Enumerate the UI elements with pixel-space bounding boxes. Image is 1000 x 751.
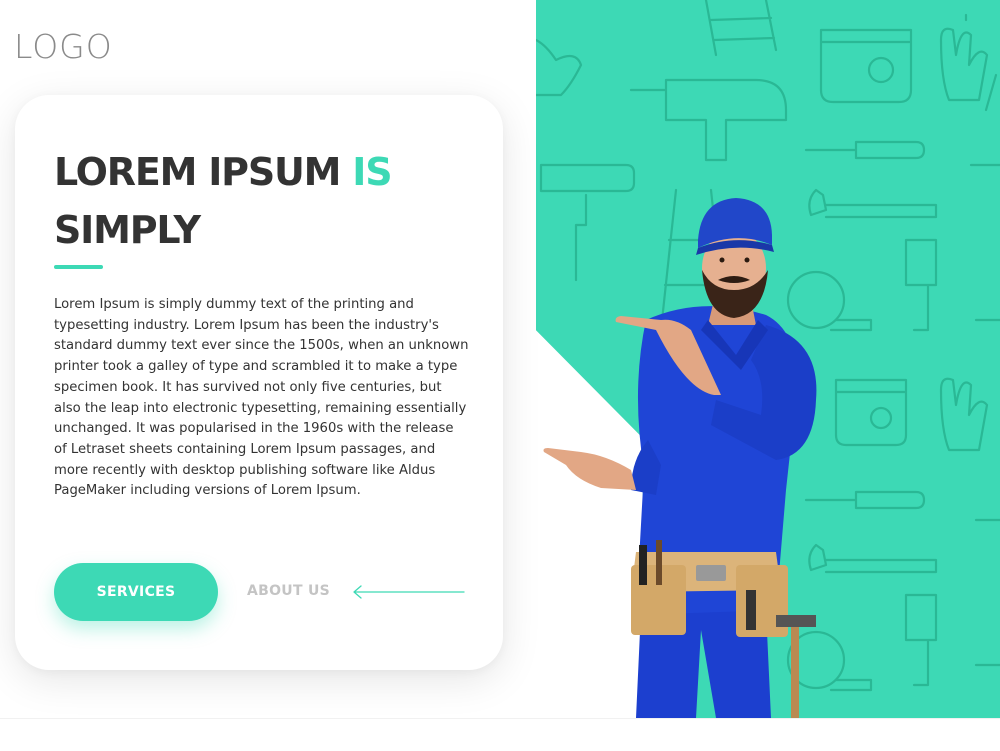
headline-main: LOREM IPSUM [54,150,341,194]
hero-card: LOREM IPSUM IS SIMPLY Lorem Ipsum is sim… [15,95,503,670]
arrow-left-icon[interactable] [352,584,466,600]
about-us-link[interactable]: ABOUT US [247,583,330,599]
headline-divider [54,265,103,269]
logo[interactable]: LOGO [14,27,113,66]
page-bottom-band [0,718,1000,751]
hero-headline: LOREM IPSUM IS SIMPLY [54,143,474,259]
headline-second-line: SIMPLY [54,208,201,252]
services-button[interactable]: SERVICES [54,563,218,621]
headline-accent: IS [352,150,392,194]
worker-pointing-illustration [543,198,817,718]
hero-body-text: Lorem Ipsum is simply dummy text of the … [54,297,469,499]
